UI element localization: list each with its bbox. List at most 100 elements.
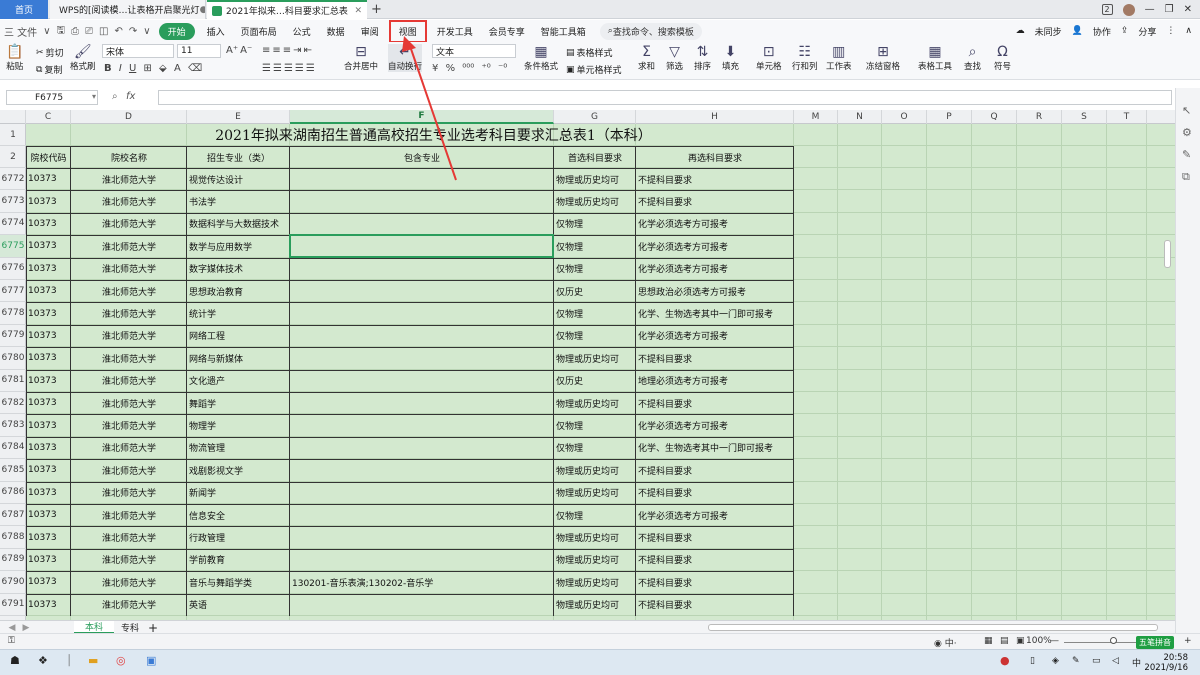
table-cell[interactable]: 淮北师范大学 bbox=[71, 302, 187, 324]
table-cell[interactable] bbox=[290, 459, 554, 481]
row-header[interactable]: 2 bbox=[0, 146, 26, 168]
table-cell[interactable] bbox=[290, 213, 554, 235]
align-center-icon[interactable]: ☰ bbox=[273, 63, 282, 74]
table-cell[interactable]: 10373 bbox=[26, 594, 71, 616]
table-cell[interactable]: 仅物理 bbox=[554, 258, 636, 280]
cut-button[interactable]: ✂ 剪切 bbox=[36, 46, 64, 60]
network-icon[interactable]: ▭ bbox=[1092, 656, 1101, 666]
align-bottom-icon[interactable]: ≡ bbox=[283, 45, 291, 56]
table-cell[interactable]: 思想政治教育 bbox=[187, 280, 290, 302]
column-header-t[interactable]: T bbox=[1107, 110, 1147, 124]
zoom-out-icon[interactable]: — bbox=[1050, 636, 1059, 646]
row-header[interactable]: 6782 bbox=[0, 392, 26, 415]
row-header[interactable]: 6778 bbox=[0, 302, 26, 325]
table-cell[interactable] bbox=[290, 258, 554, 280]
table-cell[interactable]: 淮北师范大学 bbox=[71, 437, 187, 459]
table-cell[interactable]: 音乐与舞蹈学类 bbox=[187, 571, 290, 593]
table-cell[interactable]: 信息安全 bbox=[187, 504, 290, 526]
table-cell[interactable]: 不提科目要求 bbox=[636, 190, 794, 212]
font-color-icon[interactable]: A bbox=[174, 63, 181, 74]
menu-view[interactable]: 视图 bbox=[388, 19, 427, 43]
menu-developer[interactable]: 开发工具 bbox=[429, 25, 481, 38]
row-header[interactable]: 6785 bbox=[0, 459, 26, 482]
table-cell[interactable] bbox=[290, 370, 554, 392]
table-cell[interactable]: 10373 bbox=[26, 459, 71, 481]
ime-indicator[interactable]: 五笔拼音 bbox=[1136, 636, 1174, 649]
table-cell[interactable]: 化学、生物选考其中一门即可报考 bbox=[636, 437, 794, 459]
table-cell[interactable]: 淮北师范大学 bbox=[71, 280, 187, 302]
table-cell[interactable]: 化学、生物选考其中一门即可报考 bbox=[636, 302, 794, 324]
row-col-button[interactable]: ☷ 行和列 bbox=[792, 44, 818, 72]
eye-protect-icon[interactable]: ◉ 中· bbox=[934, 636, 957, 649]
conditional-format-button[interactable]: ▦ 条件格式 bbox=[524, 44, 558, 72]
column-header-q[interactable]: Q bbox=[972, 110, 1017, 124]
merge-center-button[interactable]: ⊟ 合并居中 bbox=[344, 44, 378, 72]
table-cell[interactable] bbox=[290, 549, 554, 571]
table-cell[interactable]: 网络工程 bbox=[187, 325, 290, 347]
column-header-p[interactable]: P bbox=[927, 110, 972, 124]
distribute-icon[interactable]: ☰ bbox=[306, 63, 315, 74]
table-cell[interactable]: 不提科目要求 bbox=[636, 459, 794, 481]
menu-review[interactable]: 审阅 bbox=[353, 25, 387, 38]
style-icon[interactable]: ✎ bbox=[1182, 148, 1191, 161]
clock[interactable]: 20:58 2021/9/16 bbox=[1144, 653, 1188, 673]
table-cell[interactable] bbox=[290, 235, 554, 257]
table-cell[interactable]: 物理或历史均可 bbox=[554, 392, 636, 414]
row-header[interactable]: 6780 bbox=[0, 347, 26, 370]
table-cell[interactable]: 仅历史 bbox=[554, 280, 636, 302]
table-cell[interactable]: 淮北师范大学 bbox=[71, 213, 187, 235]
macro-icon[interactable]: ⚿ bbox=[8, 636, 15, 646]
table-cell[interactable]: 10373 bbox=[26, 347, 71, 369]
table-cell[interactable]: 淮北师范大学 bbox=[71, 504, 187, 526]
column-header-o[interactable]: O bbox=[882, 110, 927, 124]
align-top-icon[interactable]: ≡ bbox=[262, 45, 270, 56]
column-header-f[interactable]: F bbox=[290, 110, 554, 124]
ime-tray-icon[interactable]: 中 bbox=[1132, 656, 1141, 669]
row-header[interactable]: 6783 bbox=[0, 414, 26, 437]
minimize-icon[interactable]: — bbox=[1145, 4, 1155, 15]
row-header[interactable]: 6788 bbox=[0, 526, 26, 549]
clear-format-icon[interactable]: ⌫ bbox=[188, 63, 202, 74]
row-header[interactable]: 1 bbox=[0, 124, 26, 146]
cell-grid[interactable]: 2021年拟来湖南招生普通高校招生专业选考科目要求汇总表1（本科） 院校代码 院校名… bbox=[26, 124, 1175, 620]
table-cell[interactable]: 不提科目要求 bbox=[636, 526, 794, 548]
italic-icon[interactable]: I bbox=[119, 63, 122, 74]
table-cell[interactable]: 仅物理 bbox=[554, 325, 636, 347]
table-cell[interactable]: 10373 bbox=[26, 526, 71, 548]
table-cell[interactable]: 淮北师范大学 bbox=[71, 325, 187, 347]
table-cell[interactable]: 不提科目要求 bbox=[636, 571, 794, 593]
export-icon[interactable]: ⎙ bbox=[71, 26, 79, 37]
table-cell[interactable] bbox=[290, 168, 554, 190]
zoom-slider-handle[interactable] bbox=[1110, 637, 1117, 644]
row-header[interactable]: 6772 bbox=[0, 168, 26, 191]
justify-icon[interactable]: ☰ bbox=[295, 63, 304, 74]
table-cell[interactable]: 物理或历史均可 bbox=[554, 459, 636, 481]
table-cell[interactable]: 不提科目要求 bbox=[636, 594, 794, 616]
table-cell[interactable]: 物流管理 bbox=[187, 437, 290, 459]
table-cell[interactable] bbox=[290, 347, 554, 369]
sheet-title[interactable]: 2021年拟来湖南招生普通高校招生专业选考科目要求汇总表1（本科） bbox=[71, 124, 794, 146]
table-cell[interactable]: 物理或历史均可 bbox=[554, 190, 636, 212]
normal-view-icon[interactable]: ▦ bbox=[984, 636, 993, 646]
table-cell[interactable]: 戏剧影视文学 bbox=[187, 459, 290, 481]
number-format-select[interactable]: 文本 bbox=[432, 44, 516, 58]
row-header[interactable]: 6773 bbox=[0, 190, 26, 213]
table-cell[interactable]: 文化遗产 bbox=[187, 370, 290, 392]
table-cell[interactable]: 学前教育 bbox=[187, 549, 290, 571]
row-header[interactable]: 6775 bbox=[0, 235, 26, 258]
select-icon[interactable]: ↖ bbox=[1182, 104, 1191, 117]
table-cell[interactable]: 10373 bbox=[26, 280, 71, 302]
border-icon[interactable]: ⊞ bbox=[143, 63, 151, 74]
table-cell[interactable] bbox=[290, 392, 554, 414]
column-header-d[interactable]: D bbox=[71, 110, 187, 124]
table-cell[interactable]: 不提科目要求 bbox=[636, 392, 794, 414]
battery-icon[interactable]: ▯ bbox=[1030, 656, 1035, 666]
increase-font-icon[interactable]: A⁺ bbox=[226, 45, 238, 56]
redo-icon[interactable]: ↷ bbox=[129, 26, 137, 37]
sort-button[interactable]: ⇅ 排序 bbox=[694, 44, 711, 72]
row-header[interactable]: 6791 bbox=[0, 594, 26, 616]
align-left-icon[interactable]: ☰ bbox=[262, 63, 271, 74]
pin-icon[interactable]: ☗ bbox=[10, 654, 20, 667]
row-header[interactable]: 6786 bbox=[0, 482, 26, 504]
table-cell[interactable]: 10373 bbox=[26, 190, 71, 212]
